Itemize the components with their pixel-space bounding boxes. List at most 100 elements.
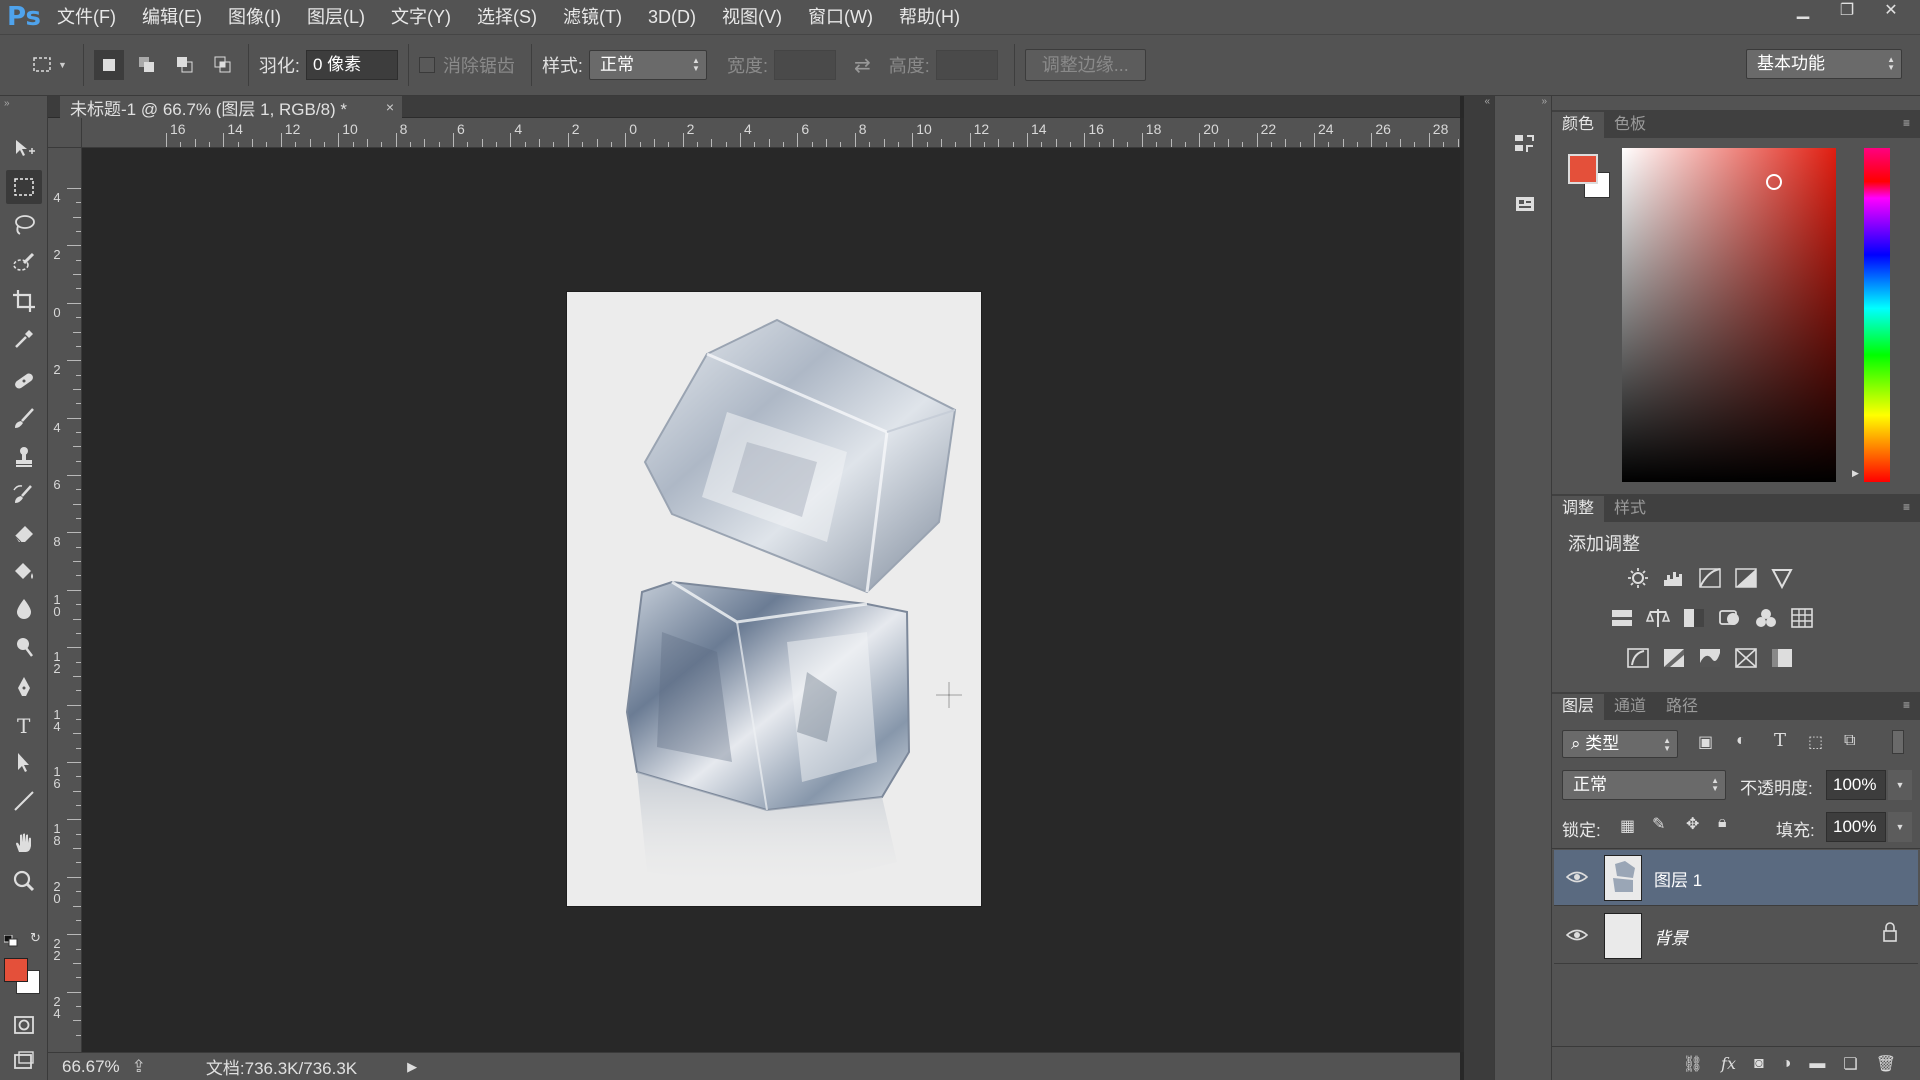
status-menu-arrow-icon[interactable]: ▶ <box>407 1059 417 1075</box>
opacity-dropdown-icon[interactable]: ▼ <box>1888 770 1912 800</box>
menu-window[interactable]: 窗口(W) <box>795 0 886 34</box>
crop-tool-icon[interactable] <box>6 284 42 318</box>
color-balance-icon[interactable] <box>1644 606 1672 630</box>
color-picker-field[interactable] <box>1622 148 1836 482</box>
clone-stamp-tool-icon[interactable] <box>6 440 42 474</box>
invert-icon[interactable] <box>1624 646 1652 670</box>
antialias-checkbox[interactable] <box>418 57 435 73</box>
menu-type[interactable]: 文字(Y) <box>378 0 464 34</box>
smart-object-filter-icon[interactable]: ⧉ <box>1844 732 1855 750</box>
menu-layer[interactable]: 图层(L) <box>294 0 378 34</box>
layer-style-fx-icon[interactable]: fx <box>1721 1054 1736 1073</box>
history-panel-icon[interactable] <box>1513 132 1537 156</box>
export-icon[interactable]: ⇪ <box>132 1057 146 1077</box>
foreground-color-chip[interactable] <box>1568 154 1598 184</box>
lock-position-icon[interactable]: ✥ <box>1686 814 1699 834</box>
tab-adjustments[interactable]: 调整 <box>1552 496 1605 522</box>
menu-select[interactable]: 选择(S) <box>464 0 550 34</box>
path-selection-tool-icon[interactable] <box>6 746 42 780</box>
hue-slider[interactable] <box>1864 148 1890 482</box>
intersect-selection-icon[interactable] <box>208 50 238 80</box>
swap-colors-icon[interactable]: ↻ <box>30 930 41 946</box>
brush-tool-icon[interactable] <box>6 402 42 436</box>
workspace-select[interactable]: 基本功能 ▲ ▼ <box>1746 49 1902 79</box>
restore-button[interactable]: ❐ <box>1828 0 1866 20</box>
refine-edge-button[interactable]: 调整边缘... <box>1024 49 1146 81</box>
layer-row-background[interactable]: 背景 <box>1554 908 1918 964</box>
fill-input[interactable]: 100% <box>1826 812 1886 842</box>
zoom-level[interactable]: 66.67% <box>62 1057 120 1077</box>
tab-color[interactable]: 颜色 <box>1552 112 1605 138</box>
layer-row-layer1[interactable]: 图层 1 <box>1554 850 1918 906</box>
visibility-eye-icon[interactable] <box>1565 868 1589 886</box>
close-tab-icon[interactable]: × <box>386 99 394 115</box>
tab-paths[interactable]: 路径 <box>1656 694 1708 720</box>
menu-edit[interactable]: 编辑(E) <box>129 0 215 34</box>
subtract-selection-icon[interactable] <box>170 50 200 80</box>
hue-slider-handle-icon[interactable]: ▶ <box>1852 468 1859 479</box>
lock-transparency-icon[interactable]: ▦ <box>1620 816 1635 836</box>
panel-menu-icon[interactable]: ≡ <box>1903 116 1910 130</box>
swap-dimensions-icon[interactable]: ⇄ <box>854 53 871 78</box>
opacity-input[interactable]: 100% <box>1826 770 1886 800</box>
gradient-map-icon[interactable] <box>1732 646 1760 670</box>
height-input[interactable] <box>935 50 998 80</box>
quick-selection-tool-icon[interactable] <box>6 246 42 280</box>
panel-menu-icon[interactable]: ≡ <box>1903 698 1910 712</box>
menu-filter[interactable]: 滤镜(T) <box>550 0 635 34</box>
document-canvas[interactable] <box>567 292 981 906</box>
lock-all-icon[interactable]: 🔒︎ <box>1718 814 1727 832</box>
new-layer-icon[interactable]: ❏ <box>1843 1054 1857 1074</box>
type-tool-icon[interactable]: T <box>6 708 42 742</box>
collapse-arrows-icon[interactable]: » <box>4 98 10 109</box>
menu-view[interactable]: 视图(V) <box>709 0 795 34</box>
color-lookup-icon[interactable] <box>1788 606 1816 630</box>
minimize-button[interactable]: ▁ <box>1784 0 1822 20</box>
feather-input[interactable]: 0 像素 <box>305 50 398 80</box>
move-tool-icon[interactable] <box>6 132 42 166</box>
screen-mode-icon[interactable] <box>6 1044 42 1078</box>
menu-3d[interactable]: 3D(D) <box>635 0 709 34</box>
rect-marquee-tool-icon[interactable] <box>6 170 42 204</box>
menu-image[interactable]: 图像(I) <box>215 0 294 34</box>
properties-panel-icon[interactable] <box>1513 192 1537 216</box>
link-layers-icon[interactable]: ⛓︎ <box>1683 1054 1703 1074</box>
curves-icon[interactable] <box>1696 566 1724 590</box>
new-adjustment-layer-icon[interactable]: ◑ <box>1782 1055 1792 1073</box>
default-colors-icon[interactable] <box>3 932 18 947</box>
healing-brush-tool-icon[interactable] <box>6 364 42 398</box>
adjustment-layer-filter-icon[interactable]: ◐ <box>1736 732 1746 750</box>
fill-dropdown-icon[interactable]: ▼ <box>1888 812 1912 842</box>
pen-tool-icon[interactable] <box>6 670 42 704</box>
hue-saturation-icon[interactable] <box>1608 606 1636 630</box>
tab-styles[interactable]: 样式 <box>1604 496 1656 522</box>
collapse-dock-icon[interactable]: « <box>1484 96 1490 107</box>
expand-dock-icon[interactable]: » <box>1541 96 1547 107</box>
width-input[interactable] <box>773 50 836 80</box>
lasso-tool-icon[interactable] <box>6 208 42 242</box>
channel-mixer-icon[interactable] <box>1752 606 1780 630</box>
marquee-preset-icon[interactable] <box>28 50 58 80</box>
hand-tool-icon[interactable] <box>6 826 42 860</box>
eyedropper-tool-icon[interactable] <box>6 322 42 356</box>
add-mask-icon[interactable]: ◙ <box>1754 1055 1764 1073</box>
paint-bucket-tool-icon[interactable] <box>6 554 42 588</box>
pixel-layer-filter-icon[interactable]: ▣ <box>1698 732 1713 752</box>
exposure-icon[interactable] <box>1732 566 1760 590</box>
threshold-icon[interactable] <box>1696 646 1724 670</box>
new-group-icon[interactable]: ▬ <box>1809 1055 1825 1073</box>
tab-channels[interactable]: 通道 <box>1604 694 1656 720</box>
color-picker-handle[interactable] <box>1766 174 1782 190</box>
lock-pixels-icon[interactable]: ✎ <box>1652 814 1665 834</box>
visibility-eye-icon[interactable] <box>1565 926 1589 944</box>
foreground-color-swatch[interactable] <box>4 958 28 982</box>
eraser-tool-icon[interactable] <box>6 516 42 550</box>
layer-name[interactable]: 背景 <box>1654 924 1688 949</box>
quick-mask-icon[interactable] <box>6 1008 42 1042</box>
filter-toggle[interactable] <box>1892 730 1904 754</box>
brightness-contrast-icon[interactable] <box>1624 566 1652 590</box>
menu-file[interactable]: 文件(F) <box>44 0 129 34</box>
panel-menu-icon[interactable]: ≡ <box>1903 500 1910 514</box>
vibrance-icon[interactable] <box>1768 566 1796 590</box>
layer-filter-select[interactable]: ⌕ 类型 ▲ ▼ <box>1562 730 1678 758</box>
